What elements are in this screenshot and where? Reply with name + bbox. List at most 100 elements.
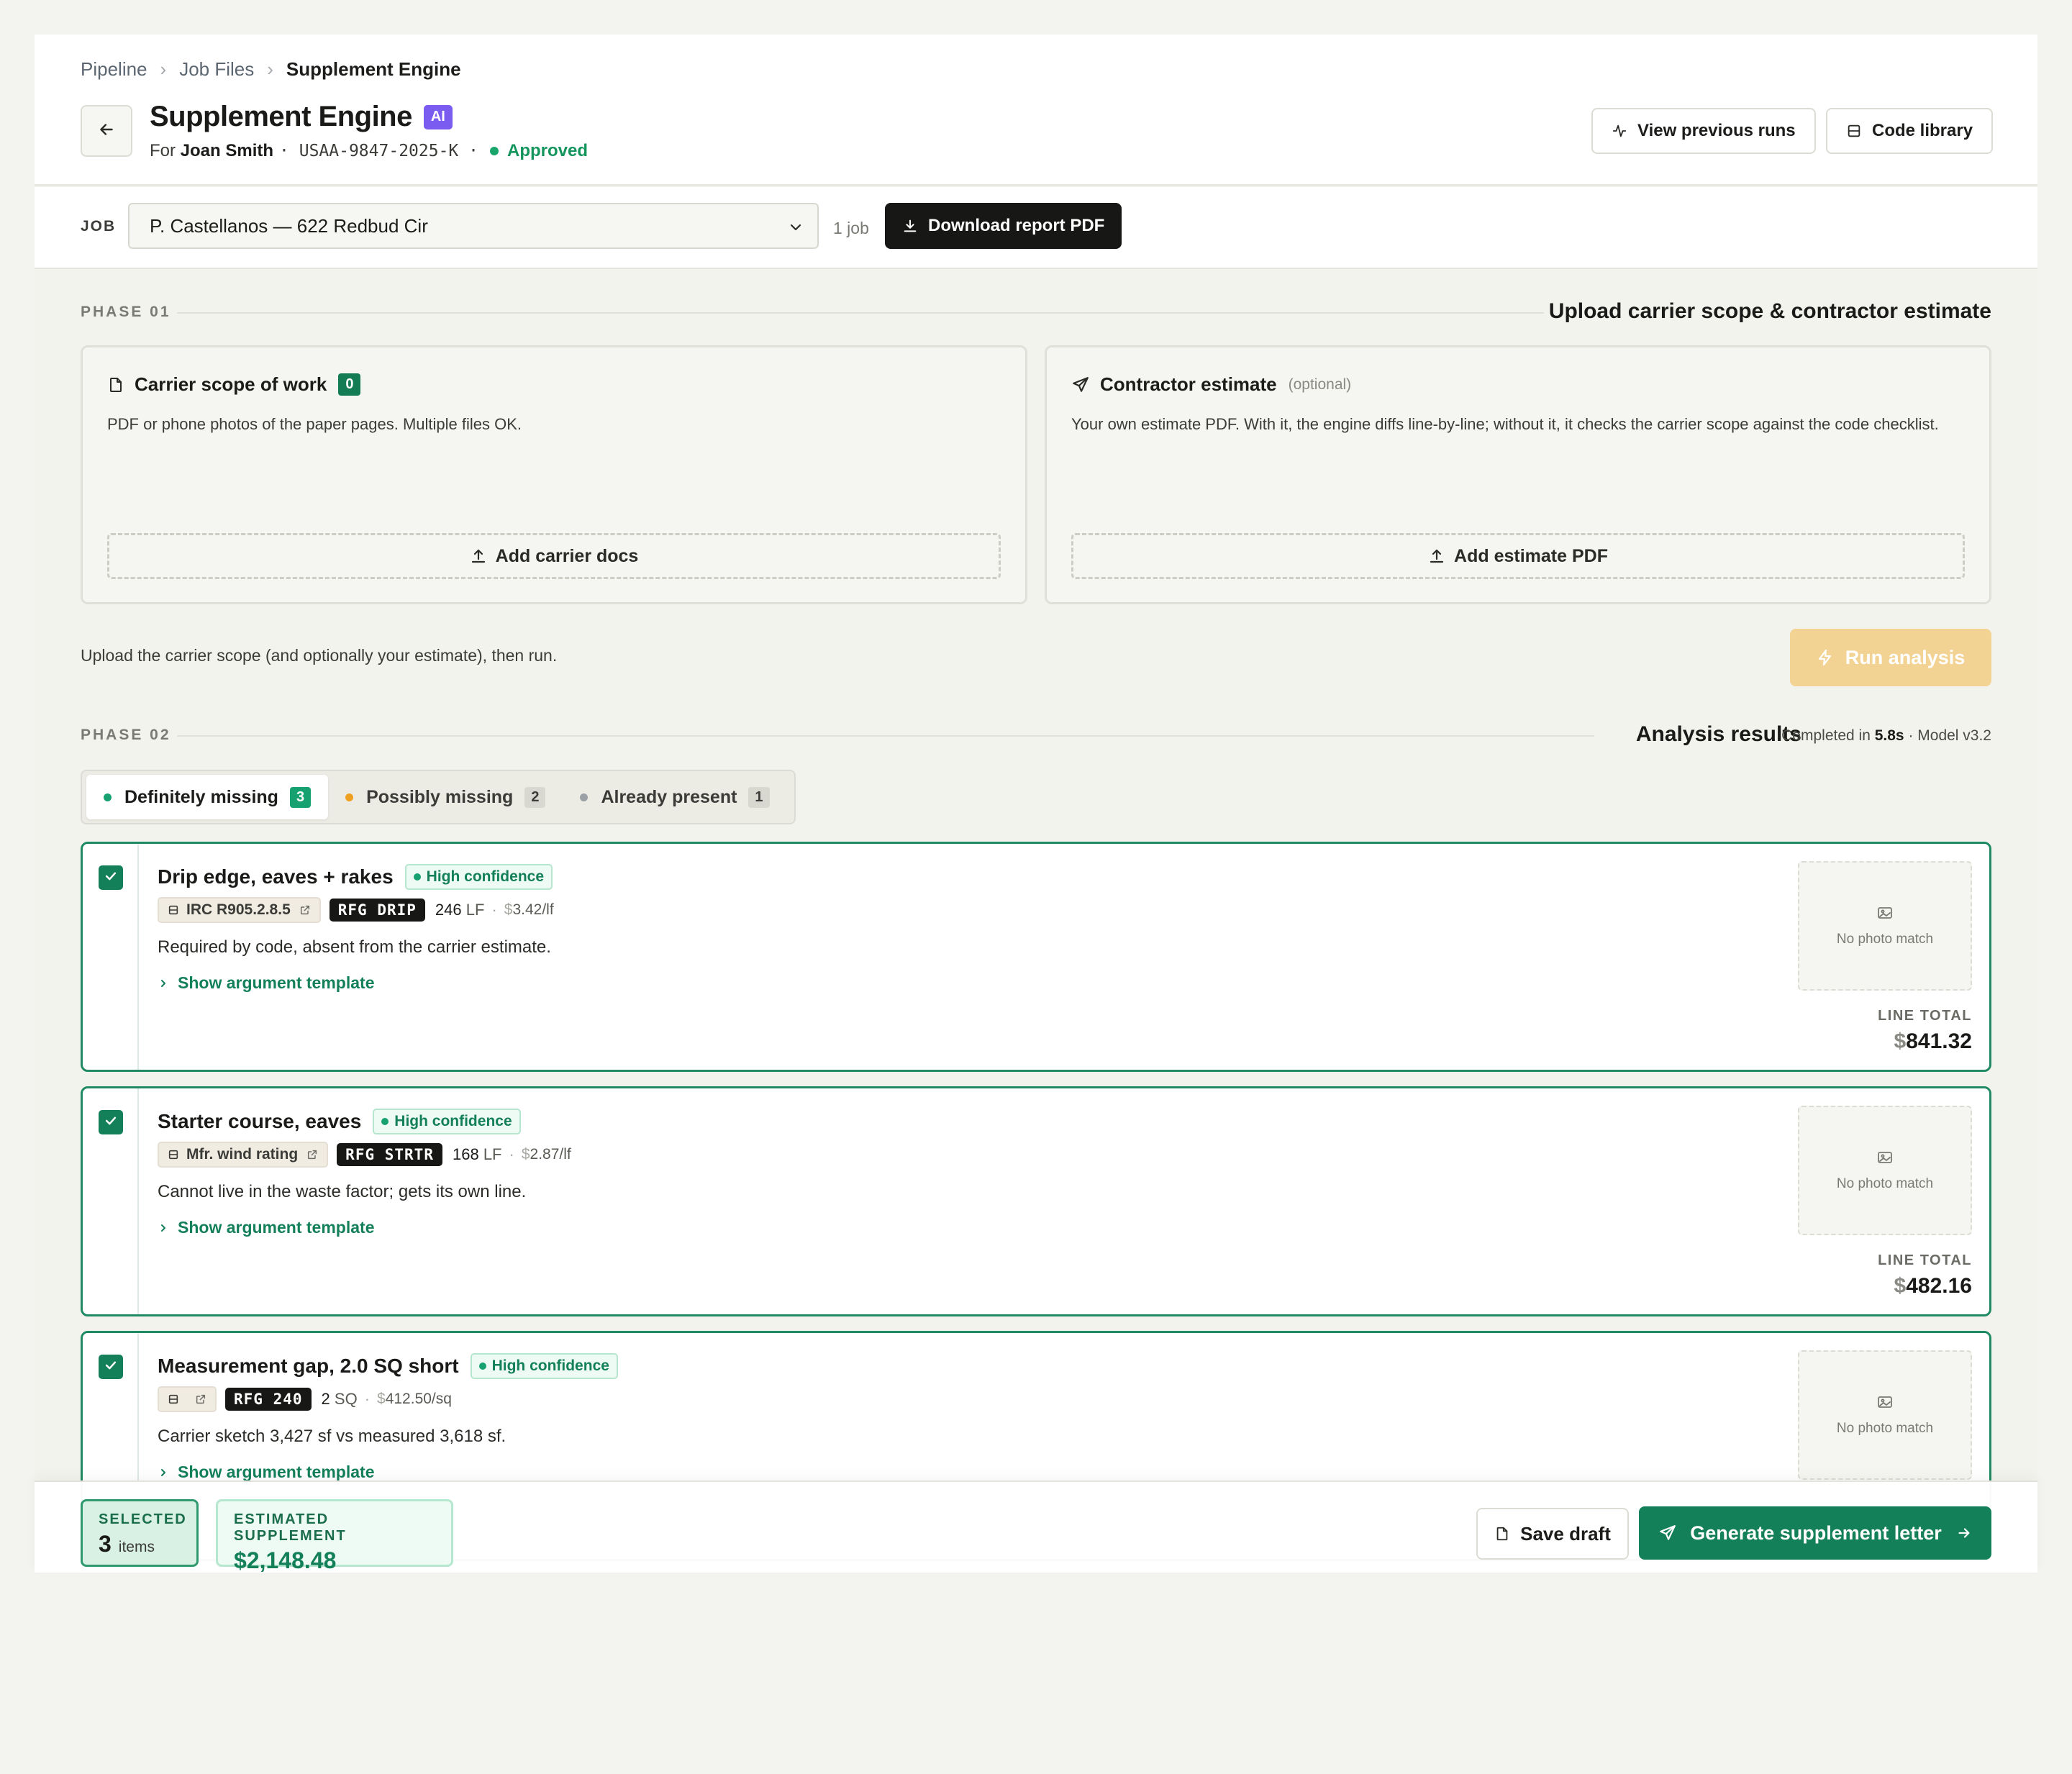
code-reference-label: IRC R905.2.8.5 (186, 901, 291, 918)
item-title-row: Starter course, eaves High confidence (158, 1109, 521, 1134)
item-title: Measurement gap, 2.0 SQ short (158, 1355, 459, 1377)
contractor-estimate-title-row: Contractor estimate (optional) (1071, 373, 1351, 396)
add-carrier-docs-label: Add carrier docs (495, 545, 639, 566)
chevron-down-icon (787, 219, 804, 241)
tab-count: 1 (748, 786, 770, 808)
selection-footer-bar: SELECTED 3 items ESTIMATED SUPPLEMENT $2… (35, 1480, 2037, 1573)
job-select[interactable]: P. Castellanos — 622 Redbud Cir (128, 203, 819, 249)
code-library-button[interactable]: Code library (1826, 108, 1994, 154)
separator-dot: · (491, 901, 497, 919)
carrier-scope-title: Carrier scope of work (135, 373, 327, 395)
book-icon (168, 1393, 179, 1405)
estimated-supplement-box: ESTIMATED SUPPLEMENT $2,148.48 (216, 1499, 453, 1573)
xactimate-code: RFG STRTR (337, 1143, 442, 1166)
run-analysis-button[interactable]: Run analysis (1790, 629, 1991, 686)
tab-definitely-missing[interactable]: Definitely missing 3 (86, 775, 329, 819)
confidence-badge: High confidence (470, 1353, 618, 1379)
item-description: Carrier sketch 3,427 sf vs measured 3,61… (158, 1427, 506, 1446)
save-draft-button[interactable]: Save draft (1476, 1508, 1629, 1560)
contractor-estimate-title: Contractor estimate (1100, 373, 1277, 395)
claim-number: · USAA-9847-2025-K · (279, 142, 478, 160)
subtitle-prefix: For (150, 141, 176, 160)
line-total-value: $841.32 (1894, 1029, 1972, 1054)
photo-match-slot[interactable]: No photo match (1798, 1350, 1972, 1480)
breadcrumb-pipeline[interactable]: Pipeline (81, 58, 147, 81)
chevron-right-icon (158, 1222, 169, 1234)
item-rate: $3.42/lf (504, 901, 554, 919)
chevron-right-icon (158, 1467, 169, 1478)
show-argument-template-toggle[interactable]: Show argument template (158, 1463, 374, 1482)
tab-label: Possibly missing (366, 786, 514, 807)
tab-label: Definitely missing (124, 786, 278, 807)
generate-supplement-letter-label: Generate supplement letter (1690, 1521, 1942, 1544)
confidence-badge: High confidence (404, 864, 553, 890)
download-icon (902, 218, 918, 234)
code-reference-link[interactable] (158, 1386, 217, 1412)
tab-already-present[interactable]: Already present 1 (563, 775, 786, 819)
show-argument-template-toggle[interactable]: Show argument template (158, 1218, 374, 1237)
breadcrumb-job-files[interactable]: Job Files (179, 58, 254, 81)
photo-match-slot[interactable]: No photo match (1798, 861, 1972, 991)
item-tags: Mfr. wind rating RFG STRTR 168 LF · $2.8… (158, 1142, 571, 1168)
save-draft-label: Save draft (1520, 1522, 1611, 1545)
photo-match-slot[interactable]: No photo match (1798, 1106, 1972, 1235)
arrow-left-icon (97, 120, 116, 142)
item-description: Required by code, absent from the carrie… (158, 937, 551, 957)
total-currency: $ (1894, 1274, 1907, 1298)
customer-name: Joan Smith (180, 141, 274, 160)
lightning-icon (1817, 648, 1834, 667)
view-previous-runs-button[interactable]: View previous runs (1591, 108, 1816, 154)
show-argument-template-toggle[interactable]: Show argument template (158, 973, 374, 993)
phase-02-divider (177, 735, 1594, 737)
chevron-right-icon: › (160, 58, 167, 80)
external-link-icon (306, 1149, 318, 1160)
missing-item-card: Starter course, eaves High confidence Mf… (81, 1086, 1991, 1316)
confidence-label: High confidence (394, 1113, 512, 1129)
carrier-scope-desc: PDF or phone photos of the paper pages. … (107, 415, 522, 433)
download-report-label: Download report PDF (928, 216, 1105, 235)
add-carrier-docs-button[interactable]: Add carrier docs (107, 533, 1001, 579)
chevron-right-icon: › (267, 58, 273, 80)
check-icon (104, 1358, 118, 1376)
code-reference-link[interactable]: Mfr. wind rating (158, 1142, 329, 1168)
item-title: Drip edge, eaves + rakes (158, 865, 394, 888)
confidence-label: High confidence (426, 868, 545, 885)
code-reference-link[interactable]: IRC R905.2.8.5 (158, 897, 321, 923)
item-checkbox[interactable] (99, 865, 123, 890)
confidence-dot (478, 1363, 486, 1370)
item-checkbox[interactable] (99, 1110, 123, 1134)
external-link-icon (195, 1393, 206, 1405)
total-currency: $ (1894, 1029, 1907, 1053)
item-checkbox[interactable] (99, 1355, 123, 1379)
item-title: Starter course, eaves (158, 1110, 362, 1132)
item-quantity: 168 LF (453, 1145, 502, 1164)
check-icon (104, 1114, 118, 1132)
page-subtitle: For Joan Smith · USAA-9847-2025-K · Appr… (150, 141, 588, 161)
item-tags: RFG 240 2 SQ · $412.50/sq (158, 1386, 452, 1412)
contractor-estimate-card: Contractor estimate (optional) Your own … (1045, 345, 1991, 604)
breadcrumb: Pipeline › Job Files › Supplement Engine (81, 58, 461, 81)
show-argument-template-label: Show argument template (178, 1218, 375, 1237)
item-rate: $2.87/lf (522, 1146, 571, 1163)
run-hint: Upload the carrier scope (and optionally… (81, 646, 558, 665)
green-dot-icon (104, 793, 112, 801)
no-photo-label: No photo match (1836, 1421, 1934, 1436)
quantity-value: 246 (435, 901, 462, 919)
selected-count: 3 (99, 1531, 112, 1557)
show-argument-template-label: Show argument template (178, 1463, 375, 1481)
status-badge: Approved (506, 141, 588, 160)
analysis-model: · Model v3.2 (1908, 727, 1991, 744)
view-previous-runs-label: View previous runs (1637, 121, 1796, 140)
generate-supplement-letter-button[interactable]: Generate supplement letter (1639, 1506, 1991, 1560)
confidence-label: High confidence (491, 1357, 609, 1374)
phase-02-title: Analysis results (1635, 722, 1801, 746)
code-reference-label: Mfr. wind rating (186, 1146, 299, 1163)
tab-possibly-missing[interactable]: Possibly missing 2 (328, 775, 563, 819)
image-icon (1875, 1149, 1895, 1166)
chevron-right-icon (158, 978, 169, 989)
add-estimate-pdf-button[interactable]: Add estimate PDF (1071, 533, 1965, 579)
gray-dot-icon (580, 793, 589, 801)
analysis-meta: Completed in 5.8s · Model v3.2 (1781, 727, 1991, 745)
download-report-button[interactable]: Download report PDF (885, 203, 1122, 249)
back-button[interactable] (81, 105, 132, 157)
